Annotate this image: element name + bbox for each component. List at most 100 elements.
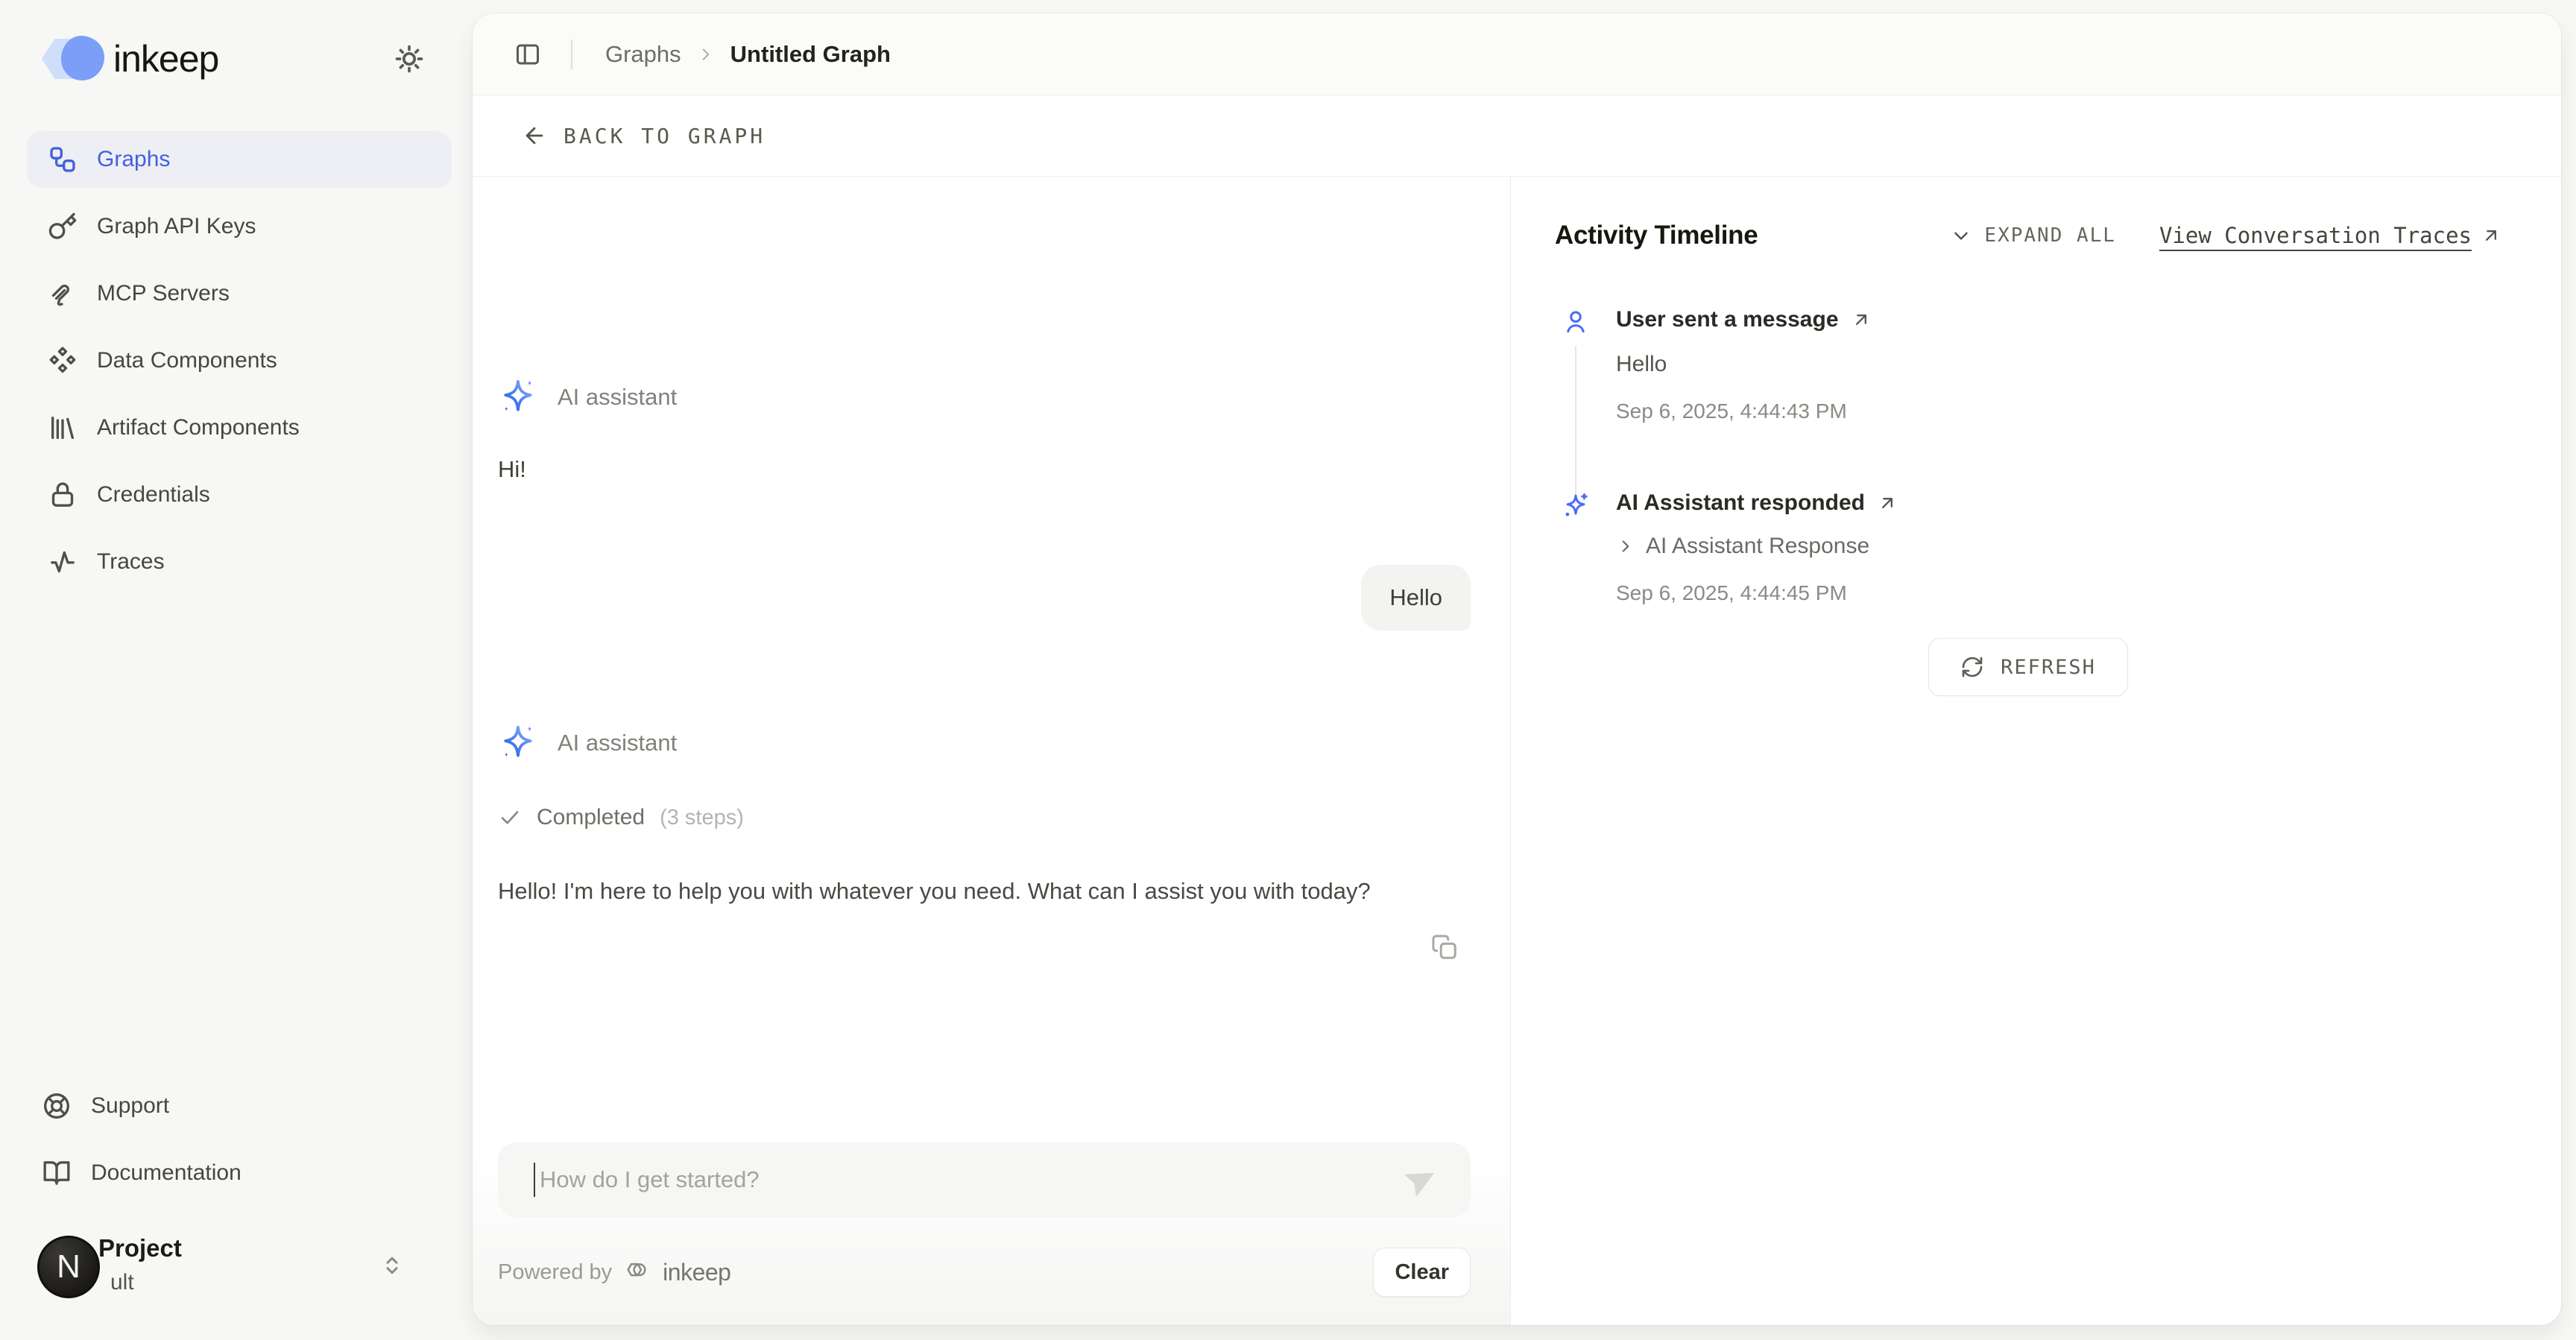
timeline-event-user-message: User sent a message Hello Sep 6, 2025, 4…	[1555, 307, 2501, 423]
sidebar-item-support[interactable]: Support	[21, 1078, 452, 1134]
status-label: Completed	[537, 805, 645, 830]
sidebar-item-label: MCP Servers	[97, 281, 230, 306]
main-panel: Graphs Untitled Graph BACK TO GRAPH	[473, 13, 2561, 1325]
chat-input-container	[498, 1143, 1471, 1217]
chat-message-list[interactable]: AI assistant Hi! Hello AI assistant	[498, 177, 1471, 1131]
life-buoy-icon	[42, 1091, 72, 1121]
book-open-icon	[42, 1158, 72, 1188]
inkeep-logo-icon	[42, 36, 101, 82]
sidebar-item-documentation[interactable]: Documentation	[21, 1145, 452, 1201]
sidebar-item-graph-api-keys[interactable]: Graph API Keys	[27, 198, 452, 255]
back-to-graph-label: BACK TO GRAPH	[564, 124, 765, 148]
timeline-event-list: User sent a message Hello Sep 6, 2025, 4…	[1555, 307, 2501, 605]
sidebar-item-label: Support	[91, 1093, 169, 1119]
activity-icon	[48, 547, 78, 577]
breadcrumb-current-page: Untitled Graph	[730, 41, 891, 68]
sidebar-nav: Graphs Graph API Keys MCP Servers	[0, 131, 473, 590]
expand-all-label: EXPAND ALL	[1984, 224, 2116, 247]
brand-wordmark: inkeep	[113, 37, 218, 80]
view-conversation-traces-link[interactable]: View Conversation Traces	[2159, 223, 2501, 248]
divider	[571, 39, 572, 69]
event-title: User sent a message	[1616, 307, 1839, 332]
arrow-up-right-icon	[2481, 225, 2501, 246]
assistant-message-header: AI assistant	[498, 723, 1471, 763]
sparkles-icon	[498, 723, 538, 763]
breadcrumb-graphs[interactable]: Graphs	[605, 41, 681, 68]
sidebar-item-data-components[interactable]: Data Components	[27, 332, 452, 389]
sidebar-toggle-button[interactable]	[514, 41, 541, 68]
sidebar-item-mcp-servers[interactable]: MCP Servers	[27, 265, 452, 322]
sidebar-item-label: Artifact Components	[97, 415, 300, 440]
arrow-up-right-icon	[1877, 493, 1898, 513]
refresh-icon	[1960, 655, 1984, 679]
chat-message-input[interactable]	[540, 1166, 1405, 1193]
activity-timeline-panel: Activity Timeline EXPAND ALL View Conver…	[1511, 177, 2561, 1325]
panel-left-icon	[514, 41, 541, 68]
sun-icon	[394, 43, 425, 75]
lock-icon	[48, 480, 78, 510]
sparkles-icon	[498, 377, 538, 417]
refresh-button[interactable]: REFRESH	[1928, 638, 2128, 696]
component-icon	[48, 346, 78, 376]
event-title-link[interactable]: User sent a message	[1616, 307, 2501, 332]
timeline-event-assistant-response: AI Assistant responded AI Assistant Resp…	[1555, 490, 2501, 605]
timeline-title: Activity Timeline	[1555, 221, 1758, 250]
assistant-message-header: AI assistant	[498, 377, 1471, 417]
sidebar: inkeep Graphs	[0, 0, 473, 1340]
completion-status[interactable]: Completed (3 steps)	[498, 805, 1471, 830]
view-traces-label: View Conversation Traces	[2159, 223, 2472, 248]
chevron-right-icon	[696, 45, 716, 64]
powered-by-label: Powered by	[498, 1260, 612, 1285]
copy-icon	[1430, 933, 1459, 961]
breadcrumb: Graphs Untitled Graph	[605, 41, 891, 68]
copy-button[interactable]	[1430, 933, 1459, 961]
sparkles-icon	[1562, 492, 1590, 605]
arrow-left-icon	[522, 123, 547, 148]
workflow-icon	[48, 145, 78, 174]
clear-button[interactable]: Clear	[1373, 1248, 1471, 1297]
inkeep-outline-icon	[622, 1257, 652, 1287]
arrow-up-right-icon	[1851, 309, 1872, 330]
back-to-graph-link[interactable]: BACK TO GRAPH	[522, 123, 765, 148]
chat-panel: AI assistant Hi! Hello AI assistant	[473, 177, 1511, 1325]
theme-toggle-button[interactable]	[394, 43, 425, 75]
sidebar-item-label: Credentials	[97, 482, 210, 508]
event-body-text: Hello	[1616, 352, 2501, 377]
assistant-response-expander[interactable]: AI Assistant Response	[1616, 534, 2501, 559]
key-icon	[48, 212, 78, 241]
expand-all-button[interactable]: EXPAND ALL	[1950, 224, 2116, 247]
refresh-label: REFRESH	[2001, 656, 2096, 679]
sidebar-item-label: Graphs	[97, 147, 170, 172]
powered-by-brand: inkeep	[663, 1259, 730, 1286]
event-title-link[interactable]: AI Assistant responded	[1616, 490, 2501, 516]
sidebar-item-credentials[interactable]: Credentials	[27, 467, 452, 523]
sidebar-item-label: Traces	[97, 549, 165, 575]
powered-by-inkeep[interactable]: Powered by inkeep	[498, 1257, 730, 1287]
send-icon	[1405, 1163, 1438, 1196]
inkeep-logo[interactable]: inkeep	[42, 36, 218, 82]
breadcrumb-bar: Graphs Untitled Graph	[473, 13, 2561, 95]
assistant-label: AI assistant	[558, 730, 677, 756]
event-title: AI Assistant responded	[1616, 490, 1865, 516]
project-title: Project	[98, 1234, 182, 1262]
assistant-message-text: Hi!	[498, 456, 1471, 483]
event-timestamp: Sep 6, 2025, 4:44:45 PM	[1616, 581, 2501, 605]
chevrons-up-down-icon	[379, 1252, 405, 1279]
project-subtitle: ult	[110, 1270, 134, 1295]
sidebar-item-label: Documentation	[91, 1160, 242, 1186]
sidebar-item-graphs[interactable]: Graphs	[27, 131, 452, 188]
user-message-bubble: Hello	[1361, 565, 1471, 631]
user-icon	[1562, 309, 1589, 423]
send-button[interactable]	[1405, 1163, 1438, 1196]
chat-footer: Powered by inkeep Clear	[498, 1246, 1471, 1298]
library-icon	[48, 413, 78, 443]
chevron-down-icon	[1950, 224, 1972, 247]
chevron-right-icon	[1616, 537, 1635, 556]
sidebar-item-artifact-components[interactable]: Artifact Components	[27, 399, 452, 456]
project-selector[interactable]: N Project ult	[21, 1224, 452, 1319]
text-cursor	[534, 1163, 535, 1197]
assistant-message-text: Hello! I'm here to help you with whateve…	[498, 872, 1463, 911]
assistant-label: AI assistant	[558, 384, 677, 411]
event-timestamp: Sep 6, 2025, 4:44:43 PM	[1616, 399, 2501, 423]
sidebar-item-traces[interactable]: Traces	[27, 534, 452, 590]
